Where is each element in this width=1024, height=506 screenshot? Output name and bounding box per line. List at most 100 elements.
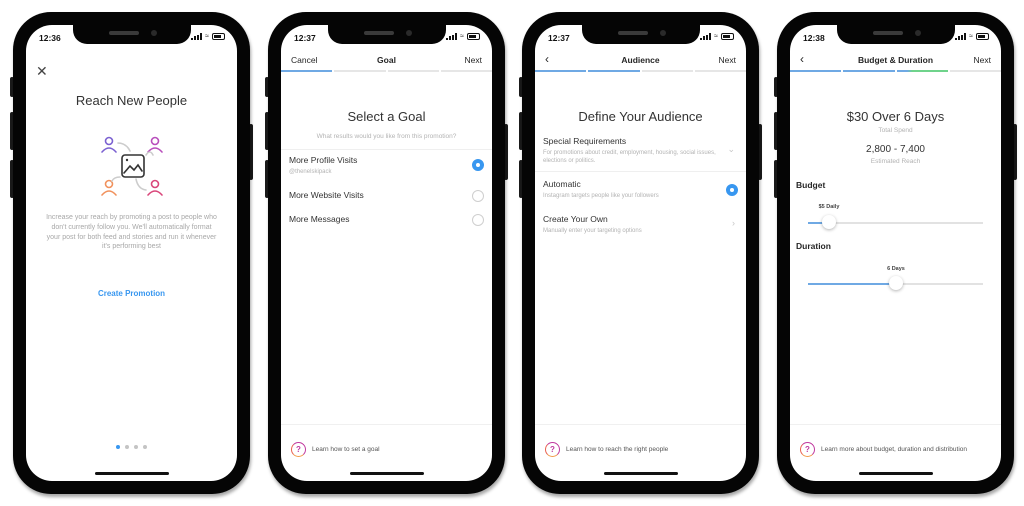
signal-icon [700,33,712,40]
wifi-icon: ≈ [714,33,718,40]
total-spend-label: Total Spend [878,127,913,134]
radio-selected[interactable] [472,159,484,171]
status-icons: ≈ [191,33,225,40]
next-button[interactable]: Next [974,55,991,65]
progress-step [440,70,492,72]
notch [581,25,700,44]
battery-icon [467,33,480,40]
progress-step [949,70,1001,72]
nav-title: Goal [377,55,396,65]
audience-create-your-own[interactable]: Create Your Own Manually enter your targ… [543,214,738,235]
heading: Select a Goal [347,109,426,124]
option-sub: @thenelskipack [289,169,332,175]
divider [281,149,492,150]
chevron-right-icon: › [732,218,735,228]
goal-option-website-visits[interactable]: More Website Visits [289,190,484,202]
signal-icon [446,33,458,40]
nav-bar: Cancel Goal Next [281,53,492,69]
screen: 12:37 ≈ Cancel Goal Next Select a Goal W… [281,25,492,481]
progress-step [790,70,842,72]
home-indicator [349,472,424,475]
step-progress [790,70,1001,72]
duration-slider-thumb[interactable] [889,276,903,290]
next-button[interactable]: Next [719,55,736,65]
step-progress [281,70,492,72]
estimated-reach: 2,800 - 7,400 [866,144,925,155]
nav-title: Budget & Duration [857,55,934,65]
phone-reach-new-people: 12:36 ≈ ✕ Reach New People Increase your… [10,12,253,494]
audience-automatic[interactable]: Automatic Instagram targets people like … [543,179,738,200]
signal-icon [955,33,967,40]
wifi-icon: ≈ [969,33,973,40]
progress-step [843,70,895,72]
battery-icon [976,33,989,40]
phone-budget-duration: 12:38 ≈ ‹ Budget & Duration Next $30 Ove… [774,12,1017,494]
goal-option-profile-visits[interactable]: More Profile Visits @thenelskipack [289,155,484,176]
status-icons: ≈ [700,33,734,40]
progress-step [535,70,587,72]
divider [535,424,746,425]
option-label: More Profile Visits [289,155,358,165]
duration-slider-fill [808,283,896,285]
status-icons: ≈ [955,33,989,40]
status-time: 12:37 [294,33,316,43]
wifi-icon: ≈ [205,33,209,40]
heading: Define Your Audience [578,109,703,124]
progress-step [641,70,693,72]
duration-value: 6 Days [887,266,905,272]
help-text: Learn how to reach the right people [566,446,669,453]
chevron-down-icon: ⌄ [727,144,735,154]
help-link[interactable]: ? Learn how to reach the right people [545,442,668,457]
estimated-reach-label: Estimated Reach [870,158,921,165]
radio-unselected[interactable] [472,214,484,226]
page-dot [116,445,120,449]
radio-unselected[interactable] [472,190,484,202]
step-progress [535,70,746,72]
page-dot [143,445,147,449]
option-label: Automatic [543,179,581,189]
next-button[interactable]: Next [465,55,482,65]
audience-special-requirements[interactable]: Special Requirements For promotions abou… [543,136,738,165]
create-promotion-button[interactable]: Create Promotion [26,289,237,298]
budget-label: Budget [796,180,826,190]
option-sub: Manually enter your targeting options [543,228,642,234]
help-link[interactable]: ? Learn more about budget, duration and … [800,442,967,457]
duration-label: Duration [796,241,831,251]
option-label: Special Requirements [543,136,627,146]
nav-bar: ‹ Audience Next [535,52,746,69]
progress-step [694,70,746,72]
option-label: More Messages [289,214,350,224]
battery-icon [212,33,225,40]
status-time: 12:37 [548,33,570,43]
progress-step [387,70,439,72]
option-sub: For promotions about credit, employment,… [543,150,716,165]
phone-goal: 12:37 ≈ Cancel Goal Next Select a Goal W… [265,12,508,494]
help-icon: ? [545,442,560,457]
budget-slider-thumb[interactable] [822,215,836,229]
notch [327,25,446,44]
home-indicator [94,472,169,475]
screen: 12:36 ≈ ✕ Reach New People Increase your… [26,25,237,481]
page-indicator [26,445,237,449]
nav-bar: ‹ Budget & Duration Next [790,52,1001,69]
home-indicator [858,472,933,475]
help-link[interactable]: ? Learn how to set a goal [291,442,380,457]
help-icon: ? [800,442,815,457]
help-icon: ? [291,442,306,457]
notch [836,25,955,44]
nav-title: Audience [621,55,660,65]
total-spend: $30 Over 6 Days [846,109,945,124]
screen: 12:38 ≈ ‹ Budget & Duration Next $30 Ove… [790,25,1001,481]
progress-step [281,70,333,72]
budget-slider[interactable] [808,215,983,229]
status-time: 12:36 [39,33,61,43]
radio-selected[interactable] [726,184,738,196]
option-label: More Website Visits [289,190,364,200]
duration-slider[interactable] [808,276,983,290]
goal-option-messages[interactable]: More Messages [289,214,484,226]
option-sub: Instagram targets people like your follo… [543,193,659,199]
status-icons: ≈ [446,33,480,40]
close-icon[interactable]: ✕ [36,64,48,78]
phone-audience: 12:37 ≈ ‹ Audience Next Define Your Audi… [519,12,762,494]
budget-value: $5 Daily [818,204,840,210]
